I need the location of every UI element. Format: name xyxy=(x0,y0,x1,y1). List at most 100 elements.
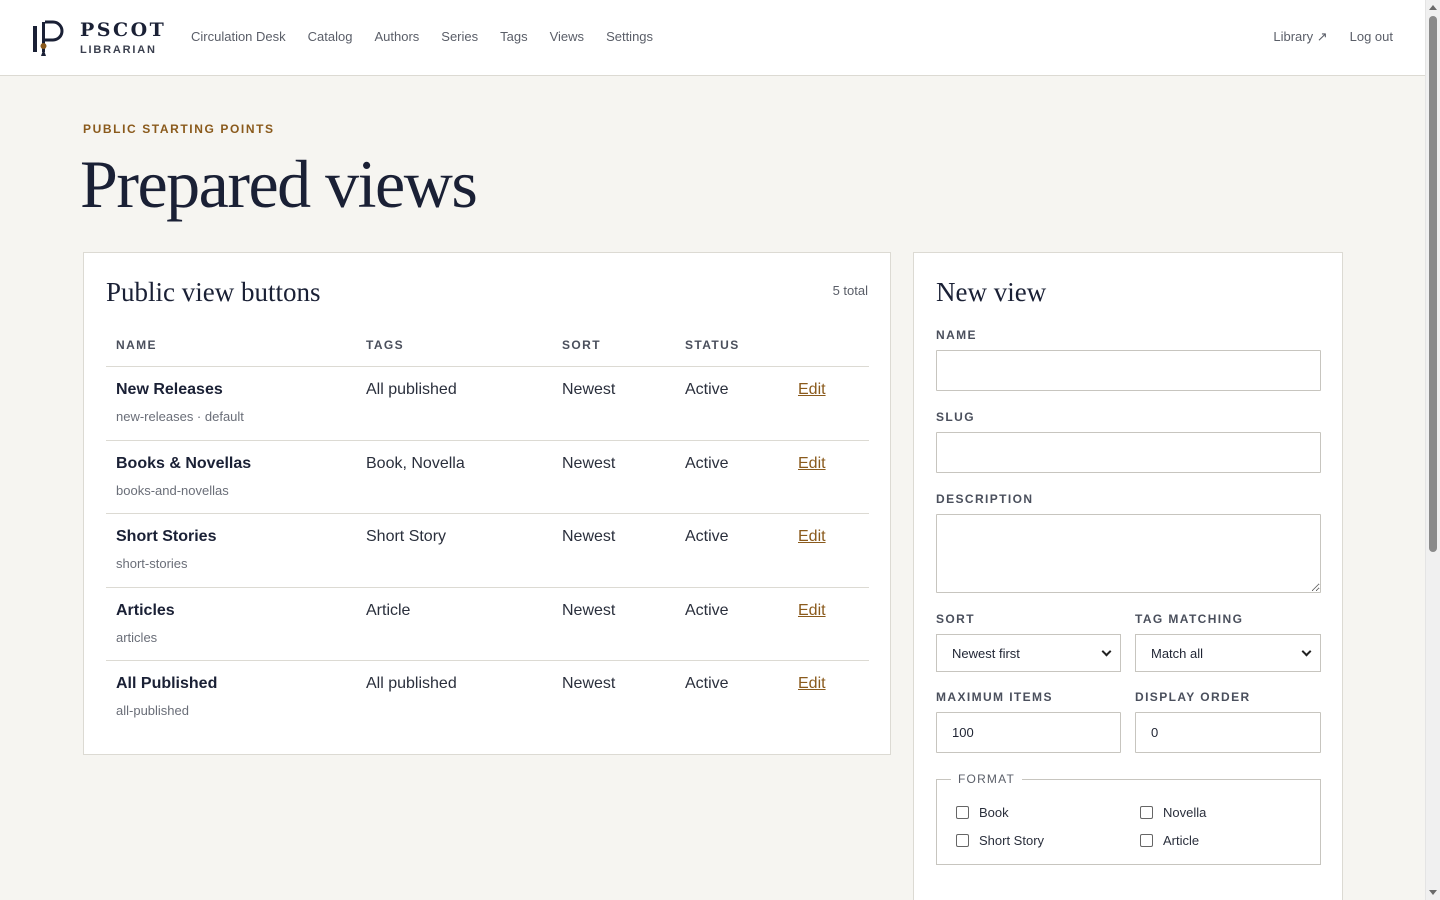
library-link[interactable]: Library ↗ xyxy=(1273,29,1327,45)
view-name: All Published xyxy=(116,675,218,692)
nav-authors[interactable]: Authors xyxy=(374,29,419,44)
view-sort: Newest xyxy=(562,601,616,619)
view-status: Active xyxy=(685,601,729,619)
view-name: New Releases xyxy=(116,381,223,398)
view-name: Books & Novellas xyxy=(116,454,252,472)
nav-circulation-desk[interactable]: Circulation Desk xyxy=(191,29,286,44)
tag-matching-label: TAG MATCHING xyxy=(1135,612,1244,626)
column-header-name: NAME xyxy=(116,338,157,352)
edit-link[interactable]: Edit xyxy=(798,675,826,693)
format-checkbox-article[interactable]: Article xyxy=(1140,833,1199,848)
format-fieldset: FORMAT Book Novella Short Story Article xyxy=(936,772,1321,865)
format-checkbox-novella[interactable]: Novella xyxy=(1140,805,1206,820)
view-tags: Article xyxy=(366,601,411,619)
view-slug: books-and-novellas xyxy=(116,482,229,498)
slug-label: SLUG xyxy=(936,410,975,424)
view-tags: All published xyxy=(366,675,457,692)
views-table: NAME TAGS SORT STATUS New Releases new-r… xyxy=(106,327,869,735)
checkbox-icon[interactable] xyxy=(956,834,969,847)
format-checkbox-short-story[interactable]: Short Story xyxy=(956,833,1044,848)
view-status: Active xyxy=(685,528,729,545)
view-sort: Newest xyxy=(562,528,616,545)
brand-subtitle: LIBRARIAN xyxy=(80,43,157,56)
scrollbar-thumb[interactable] xyxy=(1429,16,1437,552)
main-nav: Circulation Desk Catalog Authors Series … xyxy=(191,29,675,44)
view-status: Active xyxy=(685,454,729,472)
checkbox-icon[interactable] xyxy=(956,806,969,819)
scroll-down-icon[interactable] xyxy=(1429,890,1437,895)
account-nav: Library ↗ Log out xyxy=(1251,29,1393,45)
page-scrollbar[interactable] xyxy=(1425,0,1440,900)
nav-views[interactable]: Views xyxy=(550,29,584,44)
format-label: Short Story xyxy=(979,833,1045,848)
table-header: NAME TAGS SORT STATUS xyxy=(106,327,869,367)
top-navigation-bar: PSCOT LIBRARIAN Circulation Desk Catalog… xyxy=(0,0,1425,76)
form-title: New view xyxy=(936,277,1047,307)
brand[interactable]: PSCOT LIBRARIAN xyxy=(30,18,166,58)
view-slug: new-releases · default xyxy=(116,409,244,424)
chevron-down-icon xyxy=(1101,646,1112,657)
view-tags: Book, Novella xyxy=(366,454,465,472)
view-slug: articles xyxy=(116,629,158,645)
description-label: DESCRIPTION xyxy=(936,492,1034,506)
checkbox-icon[interactable] xyxy=(1140,834,1153,847)
edit-link[interactable]: Edit xyxy=(798,602,826,620)
format-legend: FORMAT xyxy=(951,772,1022,786)
view-slug: all-published xyxy=(116,703,189,718)
sort-label: SORT xyxy=(936,612,975,626)
column-header-sort: SORT xyxy=(562,338,601,352)
edit-link[interactable]: Edit xyxy=(798,528,826,546)
view-name: Articles xyxy=(116,601,175,619)
tag-matching-select[interactable]: Match all xyxy=(1135,634,1321,672)
view-slug: short-stories xyxy=(116,556,188,571)
view-tags: All published xyxy=(366,381,457,398)
view-status: Active xyxy=(685,381,729,398)
name-label: NAME xyxy=(936,328,977,342)
logout-link[interactable]: Log out xyxy=(1350,29,1393,45)
column-header-tags: TAGS xyxy=(366,338,405,352)
pen-nib-logo-icon xyxy=(33,20,64,56)
max-items-input[interactable] xyxy=(936,712,1121,753)
total-count: 5 total xyxy=(832,283,868,298)
name-input[interactable] xyxy=(936,350,1321,391)
view-sort: Newest xyxy=(562,454,616,472)
table-row: Short Stories short-stories Short Story … xyxy=(106,514,869,588)
format-label: Book xyxy=(979,805,1009,820)
public-views-card: Public view buttons 5 total NAME TAGS SO… xyxy=(83,252,891,755)
format-checkbox-book[interactable]: Book xyxy=(956,805,1009,820)
sort-select[interactable]: Newest first xyxy=(936,634,1121,672)
column-header-status: STATUS xyxy=(685,338,740,352)
max-items-label: MAXIMUM ITEMS xyxy=(936,690,1053,704)
slug-input[interactable] xyxy=(936,432,1321,473)
table-row: New Releases new-releases · default All … xyxy=(106,367,869,441)
format-label: Novella xyxy=(1163,805,1207,820)
display-order-input[interactable] xyxy=(1135,712,1321,753)
table-row: All Published all-published All publishe… xyxy=(106,661,869,735)
checkbox-icon[interactable] xyxy=(1140,806,1153,819)
nav-tags[interactable]: Tags xyxy=(500,29,527,44)
brand-name: PSCOT xyxy=(80,18,167,41)
description-textarea[interactable] xyxy=(936,514,1321,593)
format-label: Article xyxy=(1163,833,1200,848)
display-order-label: DISPLAY ORDER xyxy=(1135,690,1251,704)
chevron-down-icon xyxy=(1301,646,1312,657)
view-sort: Newest xyxy=(562,675,616,692)
view-status: Active xyxy=(685,675,729,692)
new-view-card: New view NAME SLUG DESCRIPTION SORT Newe… xyxy=(913,252,1343,900)
view-sort: Newest xyxy=(562,381,616,398)
edit-link[interactable]: Edit xyxy=(798,455,826,473)
nav-series[interactable]: Series xyxy=(441,29,478,44)
tag-matching-selected-value: Match all xyxy=(1151,645,1204,661)
table-row: Books & Novellas books-and-novellas Book… xyxy=(106,441,869,514)
table-row: Articles articles Article Newest Active … xyxy=(106,588,869,661)
nav-catalog[interactable]: Catalog xyxy=(308,29,353,44)
page-eyebrow: PUBLIC STARTING POINTS xyxy=(83,122,275,136)
card-title: Public view buttons xyxy=(106,277,321,307)
view-name: Short Stories xyxy=(116,528,217,545)
edit-link[interactable]: Edit xyxy=(798,381,826,399)
nav-settings[interactable]: Settings xyxy=(606,29,653,44)
sort-selected-value: Newest first xyxy=(952,645,1020,661)
scroll-up-icon[interactable] xyxy=(1429,5,1437,10)
view-tags: Short Story xyxy=(366,528,447,545)
page-title: Prepared views xyxy=(80,146,478,222)
